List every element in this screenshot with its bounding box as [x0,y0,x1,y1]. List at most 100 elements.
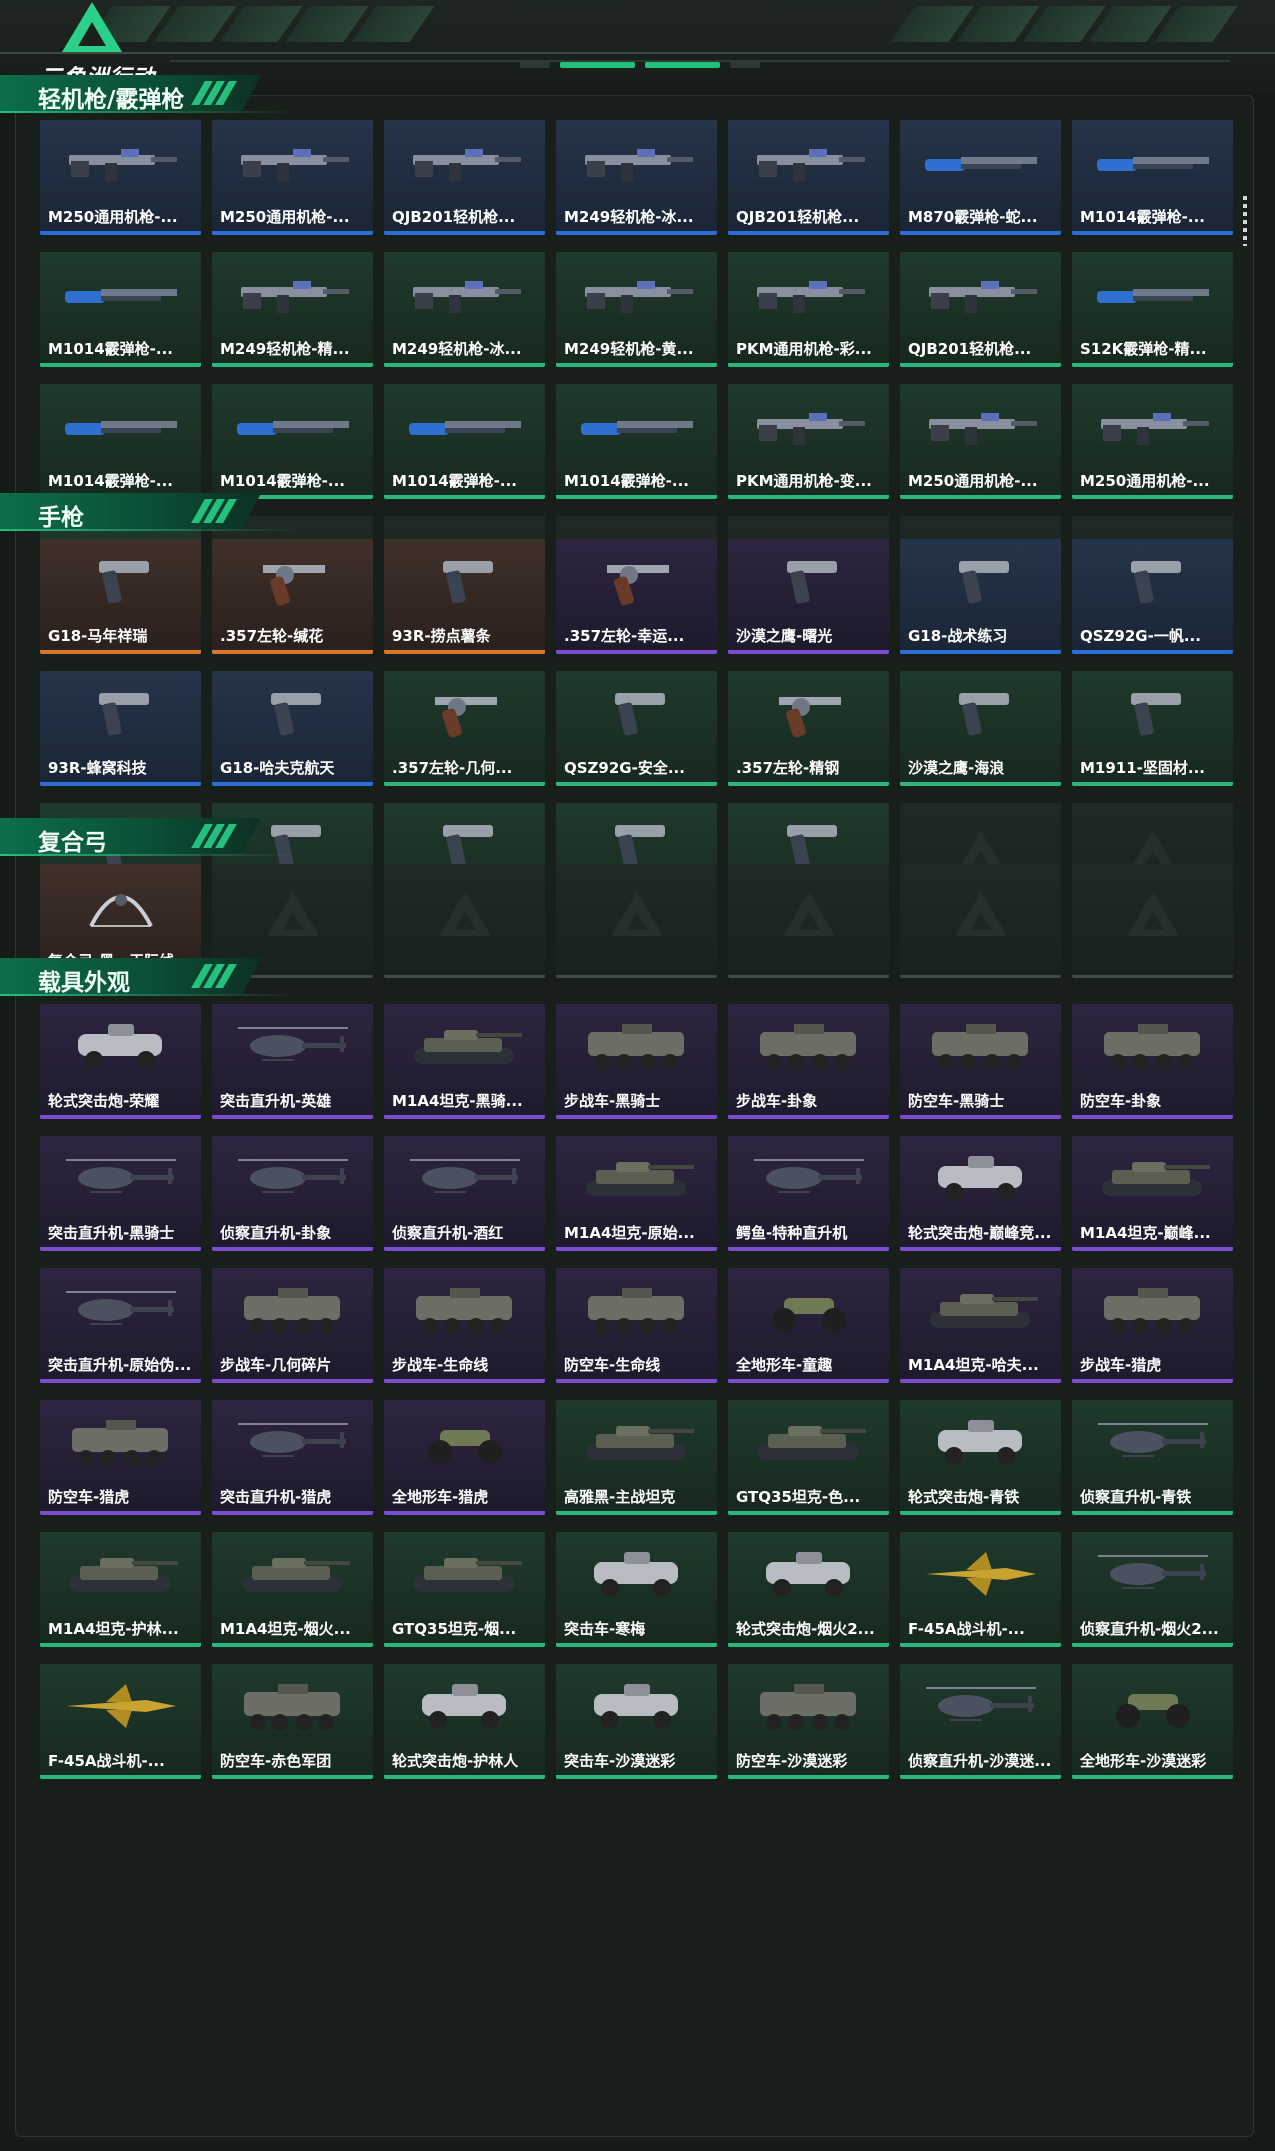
machine-gun-icon [222,132,363,192]
item-card[interactable]: QSZ92G-一帆... [1072,539,1233,654]
item-card[interactable]: 侦察直升机-沙漠迷... [900,1664,1061,1779]
item-card[interactable]: 步战车-几何碎片 [212,1268,373,1383]
item-card[interactable]: M249轻机枪-精... [212,252,373,367]
item-card[interactable]: F-45A战斗机-... [900,1532,1061,1647]
item-card[interactable]: 突击直升机-猎虎 [212,1400,373,1515]
item-card[interactable]: PKM通用机枪-彩... [728,252,889,367]
item-card[interactable]: 突击车-寒梅 [556,1532,717,1647]
item-card[interactable]: 防空车-黑骑士 [900,1004,1061,1119]
item-card[interactable]: QJB201轻机枪... [384,120,545,235]
item-card[interactable]: 轮式突击炮-烟火2... [728,1532,889,1647]
item-card[interactable]: 沙漠之鹰-海浪 [900,671,1061,786]
item-card[interactable]: 步战车-卦象 [728,1004,889,1119]
item-card[interactable]: M250通用机枪-... [212,120,373,235]
item-card[interactable]: M1014霰弹枪-... [40,384,201,499]
item-card[interactable]: 鳄鱼-特种直升机 [728,1136,889,1251]
item-card[interactable]: .357左轮-缄花 [212,539,373,654]
item-label: 步战车-卦象 [736,1092,818,1110]
machine-gun-icon [738,132,879,192]
item-label: M249轻机枪-冰... [564,208,694,226]
item-card[interactable]: M249轻机枪-黄... [556,252,717,367]
item-card[interactable]: 侦察直升机-酒红 [384,1136,545,1251]
item-card[interactable]: M1A4坦克-哈夫... [900,1268,1061,1383]
item-card[interactable]: 全地形车-猎虎 [384,1400,545,1515]
item-card[interactable]: 防空车-沙漠迷彩 [728,1664,889,1779]
item-card[interactable]: 全地形车-沙漠迷彩 [1072,1664,1233,1779]
item-card[interactable]: .357左轮-精钢 [728,671,889,786]
item-card[interactable]: M1014霰弹枪-... [212,384,373,499]
item-card[interactable]: G18-战术练习 [900,539,1061,654]
item-card[interactable]: M1014霰弹枪-... [384,384,545,499]
item-card[interactable]: 侦察直升机-烟火2... [1072,1532,1233,1647]
item-card[interactable]: M1014霰弹枪-... [1072,120,1233,235]
item-card[interactable]: M1A4坦克-黑骑... [384,1004,545,1119]
item-card[interactable]: M250通用机枪-... [1072,384,1233,499]
item-card[interactable]: 步战车-猎虎 [1072,1268,1233,1383]
item-card[interactable]: 高雅黑-主战坦克 [556,1400,717,1515]
item-card[interactable]: 防空车-赤色军团 [212,1664,373,1779]
item-card[interactable]: GTQ35坦克-色... [728,1400,889,1515]
pistol-icon [738,551,879,611]
scroll-indicator[interactable] [1243,196,1247,246]
item-card[interactable]: G18-马年祥瑞 [40,539,201,654]
item-card[interactable]: M1014霰弹枪-... [40,252,201,367]
item-card[interactable]: M870霰弹枪-蛇... [900,120,1061,235]
item-grid: 轮式突击炮-荣耀 突击直升机-英雄 M1A4坦克-黑骑... 步战车-黑骑士 步战车-卦… [40,1004,1233,1779]
item-card[interactable]: G18-哈夫克航天 [212,671,373,786]
item-card[interactable]: M1A4坦克-巅峰... [1072,1136,1233,1251]
armored-car-icon [50,1016,191,1076]
item-card[interactable]: 侦察直升机-卦象 [212,1136,373,1251]
item-label: 防空车-猎虎 [48,1488,130,1506]
item-card[interactable]: M1911-坚固材... [1072,671,1233,786]
item-card[interactable]: 突击直升机-原始伪... [40,1268,201,1383]
item-card[interactable]: F-45A战斗机-... [40,1664,201,1779]
section-header: 手枪 [0,493,300,531]
item-label: 步战车-黑骑士 [564,1092,661,1110]
item-label: M1A4坦克-护林... [48,1620,179,1638]
item-card[interactable]: 侦察直升机-青铁 [1072,1400,1233,1515]
item-label: QJB201轻机枪... [908,340,1032,358]
item-label: M870霰弹枪-蛇... [908,208,1038,226]
item-card[interactable]: M1A4坦克-原始... [556,1136,717,1251]
item-label: G18-哈夫克航天 [220,759,335,777]
item-card[interactable]: 步战车-黑骑士 [556,1004,717,1119]
item-card[interactable]: 突击直升机-黑骑士 [40,1136,201,1251]
item-card[interactable]: M1A4坦克-护林... [40,1532,201,1647]
item-card[interactable]: 突击车-沙漠迷彩 [556,1664,717,1779]
machine-gun-icon [1082,396,1223,456]
item-card[interactable]: 步战车-生命线 [384,1268,545,1383]
item-card[interactable]: M250通用机枪-... [40,120,201,235]
item-card[interactable]: 轮式突击炮-青铁 [900,1400,1061,1515]
item-card[interactable]: 93R-捞点薯条 [384,539,545,654]
item-card[interactable]: M249轻机枪-冰... [556,120,717,235]
item-card[interactable]: PKM通用机枪-变... [728,384,889,499]
tank-icon [910,1280,1051,1340]
item-card[interactable]: 全地形车-童趣 [728,1268,889,1383]
item-label: 轮式突击炮-荣耀 [48,1092,160,1110]
armored-car-icon [566,1544,707,1604]
item-card[interactable]: 轮式突击炮-护林人 [384,1664,545,1779]
item-card[interactable]: QSZ92G-安全... [556,671,717,786]
item-card[interactable]: M250通用机枪-... [900,384,1061,499]
item-card[interactable]: 防空车-卦象 [1072,1004,1233,1119]
item-card[interactable]: 防空车-猎虎 [40,1400,201,1515]
item-card[interactable]: S12K霰弹枪-精... [1072,252,1233,367]
item-card[interactable]: M1A4坦克-烟火... [212,1532,373,1647]
item-card[interactable]: 突击直升机-英雄 [212,1004,373,1119]
item-card[interactable]: M1014霰弹枪-... [556,384,717,499]
item-card[interactable]: 轮式突击炮-荣耀 [40,1004,201,1119]
pistol-icon [50,683,191,743]
item-card[interactable]: 93R-蜂窝科技 [40,671,201,786]
item-card[interactable]: .357左轮-几何... [384,671,545,786]
helicopter-icon [50,1280,191,1340]
item-card[interactable]: GTQ35坦克-烟... [384,1532,545,1647]
revolver-icon [566,551,707,611]
item-card[interactable]: M249轻机枪-冰... [384,252,545,367]
item-card[interactable]: QJB201轻机枪... [728,120,889,235]
item-card[interactable]: 轮式突击炮-巅峰竞... [900,1136,1061,1251]
item-card[interactable]: 沙漠之鹰-曙光 [728,539,889,654]
item-label: 防空车-生命线 [564,1356,661,1374]
item-card[interactable]: 防空车-生命线 [556,1268,717,1383]
item-card[interactable]: .357左轮-幸运... [556,539,717,654]
item-card[interactable]: QJB201轻机枪... [900,252,1061,367]
